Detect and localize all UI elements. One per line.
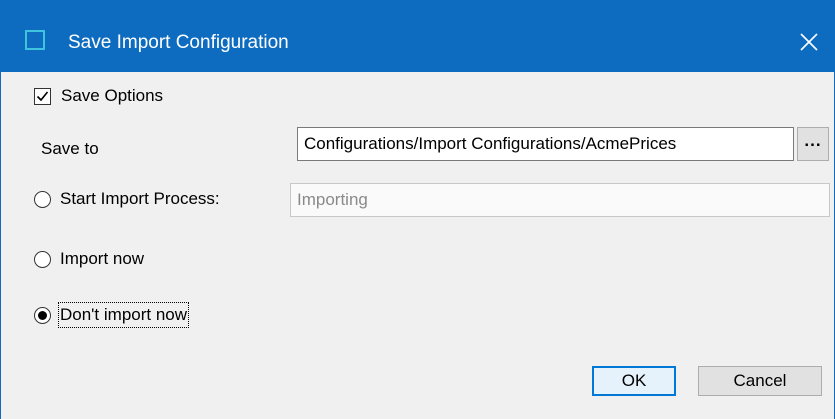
radio-selected-dot xyxy=(38,311,47,320)
ok-button[interactable]: OK xyxy=(592,366,676,396)
title-bar: Save Import Configuration xyxy=(0,0,835,72)
window-title: Save Import Configuration xyxy=(68,32,289,53)
dialog-content: Save Options Save to Configurations/Impo… xyxy=(0,72,835,419)
close-icon xyxy=(800,33,818,51)
import-now-radio[interactable] xyxy=(34,251,51,268)
import-now-label[interactable]: Import now xyxy=(60,248,144,270)
save-options-checkbox[interactable] xyxy=(34,88,51,105)
dont-import-now-label[interactable]: Don't import now xyxy=(57,302,190,328)
dont-import-now-radio[interactable] xyxy=(34,307,51,324)
import-process-field: Importing xyxy=(290,183,830,217)
cancel-button[interactable]: Cancel xyxy=(698,366,822,396)
save-to-path-field[interactable]: Configurations/Import Configurations/Acm… xyxy=(297,127,794,161)
start-import-process-radio[interactable] xyxy=(34,191,51,208)
app-window-icon xyxy=(25,30,45,50)
close-button[interactable] xyxy=(789,22,829,62)
start-import-process-label[interactable]: Start Import Process: xyxy=(60,188,220,210)
save-to-label: Save to xyxy=(41,139,99,158)
save-options-label[interactable]: Save Options xyxy=(61,85,163,107)
checkmark-icon xyxy=(36,91,49,102)
browse-button[interactable]: ... xyxy=(797,127,829,161)
